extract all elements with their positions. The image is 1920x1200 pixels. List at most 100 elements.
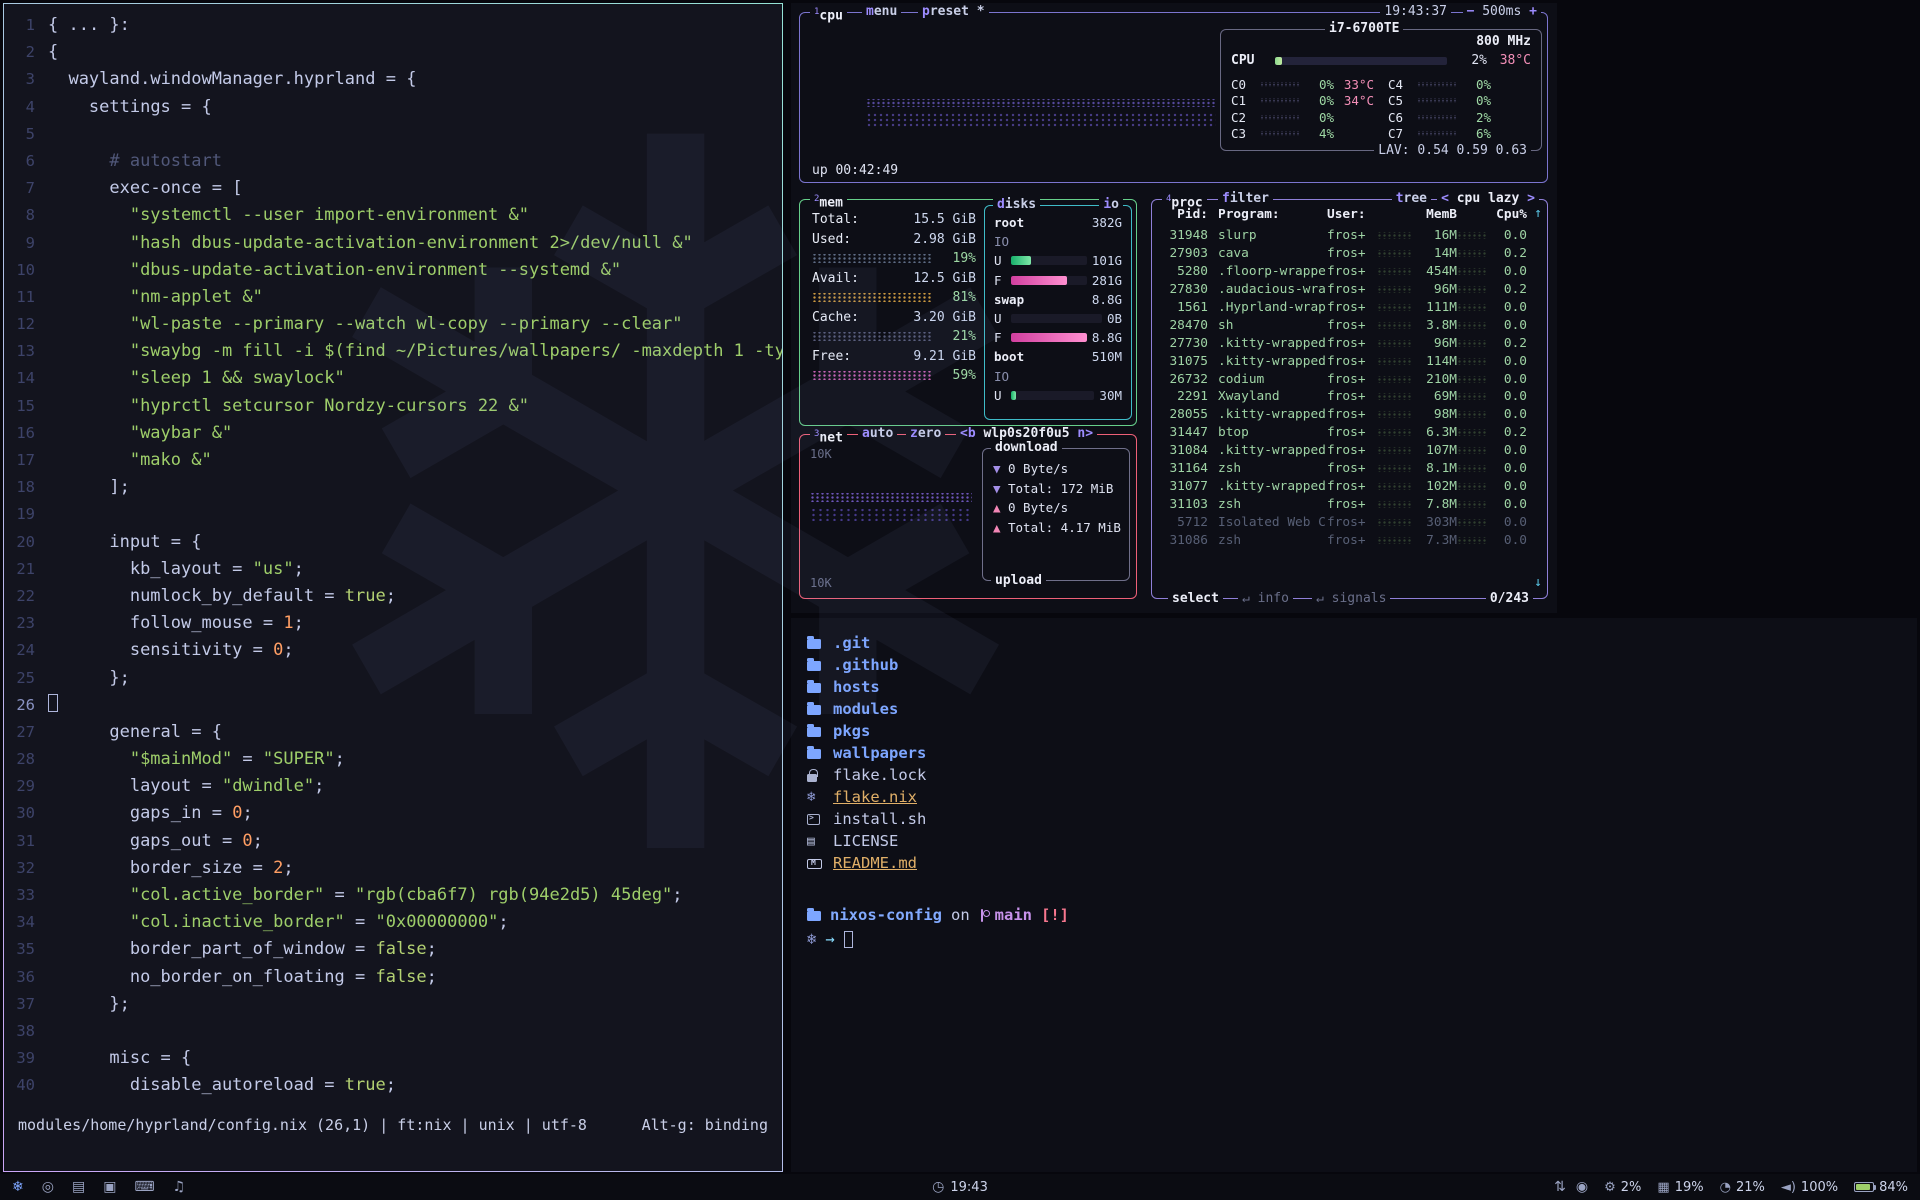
code-line[interactable]: 24sensitivity = 0; — [4, 637, 782, 664]
code-line[interactable]: 20input = { — [4, 529, 782, 556]
header-cpu[interactable]: Cpu% — [1487, 207, 1527, 222]
net-auto-button[interactable]: auto — [858, 426, 897, 442]
code-line[interactable]: 21kb_layout = "us"; — [4, 556, 782, 583]
code-line[interactable]: 33"col.active_border" = "rgb(cba6f7) rgb… — [4, 882, 782, 909]
shell-input-line[interactable]: ❄ → — [807, 930, 853, 948]
display-icon[interactable]: ▣ — [103, 1179, 116, 1195]
process-header[interactable]: Pid: Program: User: MemB Cpu% — [1162, 207, 1527, 222]
code-line[interactable]: 15"hyprctl setcursor Nordzy-cursors 22 &… — [4, 393, 782, 420]
interval-increase-button[interactable]: + — [1529, 4, 1537, 19]
interval-decrease-button[interactable]: − — [1467, 4, 1475, 19]
bar-clock[interactable]: ◷ 19:43 — [932, 1179, 988, 1195]
code-line[interactable]: 22numlock_by_default = true; — [4, 583, 782, 610]
code-line[interactable]: 35border_part_of_window = false; — [4, 936, 782, 963]
sort-prev-button[interactable]: < — [1441, 191, 1449, 206]
code-line[interactable]: 40disable_autoreload = true; — [4, 1072, 782, 1099]
header-program[interactable]: Program: — [1208, 207, 1327, 222]
code-line[interactable]: 27general = { — [4, 719, 782, 746]
file-item[interactable]: pkgs — [807, 720, 926, 742]
code-line[interactable]: 3wayland.windowManager.hyprland = { — [4, 66, 782, 93]
iface-next-button[interactable]: n> — [1077, 426, 1093, 441]
process-row[interactable]: 26732codiumfros+210M0.0 — [1162, 370, 1527, 388]
music-icon[interactable]: ♫ — [173, 1179, 186, 1195]
code-line[interactable]: 13"swaybg -m fill -i $(find ~/Pictures/w… — [4, 338, 782, 365]
iface-prev-button[interactable]: <b — [960, 426, 976, 441]
code-line[interactable]: 11"nm-applet &" — [4, 284, 782, 311]
code-line[interactable]: 7exec-once = [ — [4, 175, 782, 202]
process-row[interactable]: 5280.floorp-wrappefros+454M0.0 — [1162, 263, 1527, 281]
preset-button[interactable]: preset * — [918, 4, 989, 20]
code-line[interactable]: 30gaps_in = 0; — [4, 800, 782, 827]
file-item[interactable]: hosts — [807, 676, 926, 698]
battery[interactable]: 84% — [1854, 1180, 1908, 1195]
sort-next-button[interactable]: > — [1527, 191, 1535, 206]
header-mem[interactable]: MemB — [1413, 207, 1457, 222]
process-row[interactable]: 31948slurpfros+16M0.0 — [1162, 227, 1527, 245]
file-item[interactable]: wallpapers — [807, 742, 926, 764]
code-line[interactable]: 25}; — [4, 665, 782, 692]
code-line[interactable]: 6# autostart — [4, 148, 782, 175]
code-line[interactable]: 36no_border_on_floating = false; — [4, 964, 782, 991]
keyboard-icon[interactable]: ⌨ — [134, 1179, 154, 1195]
file-item[interactable]: README.md — [807, 852, 926, 874]
code-line[interactable]: 37}; — [4, 991, 782, 1018]
code-line[interactable]: 38 — [4, 1018, 782, 1045]
process-row[interactable]: 31086zshfros+7.3M0.0 — [1162, 531, 1527, 549]
code-line[interactable]: 31gaps_out = 0; — [4, 828, 782, 855]
code-line[interactable]: 2{ — [4, 39, 782, 66]
filter-button[interactable]: filter — [1218, 191, 1273, 207]
process-row[interactable]: 31103zshfros+7.8M0.0 — [1162, 495, 1527, 513]
code-line[interactable]: 32border_size = 2; — [4, 855, 782, 882]
notes-icon[interactable]: ▤ — [72, 1179, 85, 1195]
process-row[interactable]: 2291Xwaylandfros+69M0.0 — [1162, 388, 1527, 406]
scroll-down-icon[interactable]: ↓ — [1534, 575, 1542, 590]
code-area[interactable]: 1{ ... }:2{3wayland.windowManager.hyprla… — [4, 12, 782, 1100]
code-line[interactable]: 26 — [4, 692, 782, 719]
disk-usage[interactable]: ◔21% — [1720, 1180, 1765, 1195]
process-row[interactable]: 31447btopfros+6.3M0.2 — [1162, 424, 1527, 442]
file-item[interactable]: ▤LICENSE — [807, 830, 926, 852]
file-item[interactable]: .git — [807, 632, 926, 654]
file-item[interactable]: flake.lock — [807, 764, 926, 786]
file-item[interactable]: ❄flake.nix — [807, 786, 926, 808]
code-line[interactable]: 34"col.inactive_border" = "0x00000000"; — [4, 909, 782, 936]
code-line[interactable]: 23follow_mouse = 1; — [4, 610, 782, 637]
code-line[interactable]: 9"hash dbus-update-activation-environmen… — [4, 230, 782, 257]
privacy-tray-icon[interactable]: ◉ — [1576, 1179, 1588, 1195]
code-line[interactable]: 39misc = { — [4, 1045, 782, 1072]
net-zero-button[interactable]: zero — [906, 426, 945, 442]
network-tray-icon[interactable]: ⇅ — [1554, 1179, 1566, 1195]
code-line[interactable]: 16"waybar &" — [4, 420, 782, 447]
code-line[interactable]: 19 — [4, 501, 782, 528]
menu-button[interactable]: menu — [862, 4, 901, 20]
file-item[interactable]: .github — [807, 654, 926, 676]
code-line[interactable]: 17"mako &" — [4, 447, 782, 474]
signals-button[interactable]: ↵ signals — [1312, 591, 1390, 607]
file-item[interactable]: install.sh — [807, 808, 926, 830]
code-line[interactable]: 18]; — [4, 474, 782, 501]
power-icon[interactable]: ◎ — [42, 1179, 54, 1195]
volume[interactable]: ◄)100% — [1781, 1180, 1838, 1195]
file-item[interactable]: modules — [807, 698, 926, 720]
process-row[interactable]: 5712Isolated Web Cfros+303M0.0 — [1162, 513, 1527, 531]
process-row[interactable]: 31084.kitty-wrappedfros+107M0.0 — [1162, 442, 1527, 460]
cpu-usage[interactable]: ⚙2% — [1604, 1180, 1641, 1195]
code-line[interactable]: 12"wl-paste --primary --watch wl-copy --… — [4, 311, 782, 338]
disks-title[interactable]: disks — [993, 197, 1040, 213]
io-mode-toggle[interactable]: io — [1099, 197, 1123, 213]
process-row[interactable]: 31075.kitty-wrappedfros+114M0.0 — [1162, 352, 1527, 370]
process-row[interactable]: 27903cavafros+14M0.2 — [1162, 245, 1527, 263]
code-line[interactable]: 10"dbus-update-activation-environment --… — [4, 257, 782, 284]
process-row[interactable]: 31077.kitty-wrappedfros+102M0.0 — [1162, 477, 1527, 495]
process-row[interactable]: 27830.audacious-wrafros+96M0.2 — [1162, 281, 1527, 299]
process-row[interactable]: 27730.kitty-wrappedfros+96M0.2 — [1162, 334, 1527, 352]
code-line[interactable]: 4settings = { — [4, 94, 782, 121]
tree-button[interactable]: tree — [1392, 191, 1431, 207]
code-line[interactable]: 5 — [4, 121, 782, 148]
process-row[interactable]: 31164zshfros+8.1M0.0 — [1162, 460, 1527, 478]
code-line[interactable]: 8"systemctl --user import-environment &" — [4, 202, 782, 229]
select-button[interactable]: select — [1172, 591, 1219, 606]
memory-usage[interactable]: ▦19% — [1657, 1180, 1703, 1195]
process-row[interactable]: 28470shfros+3.8M0.0 — [1162, 316, 1527, 334]
process-row[interactable]: 28055.kitty-wrappedfros+98M0.0 — [1162, 406, 1527, 424]
